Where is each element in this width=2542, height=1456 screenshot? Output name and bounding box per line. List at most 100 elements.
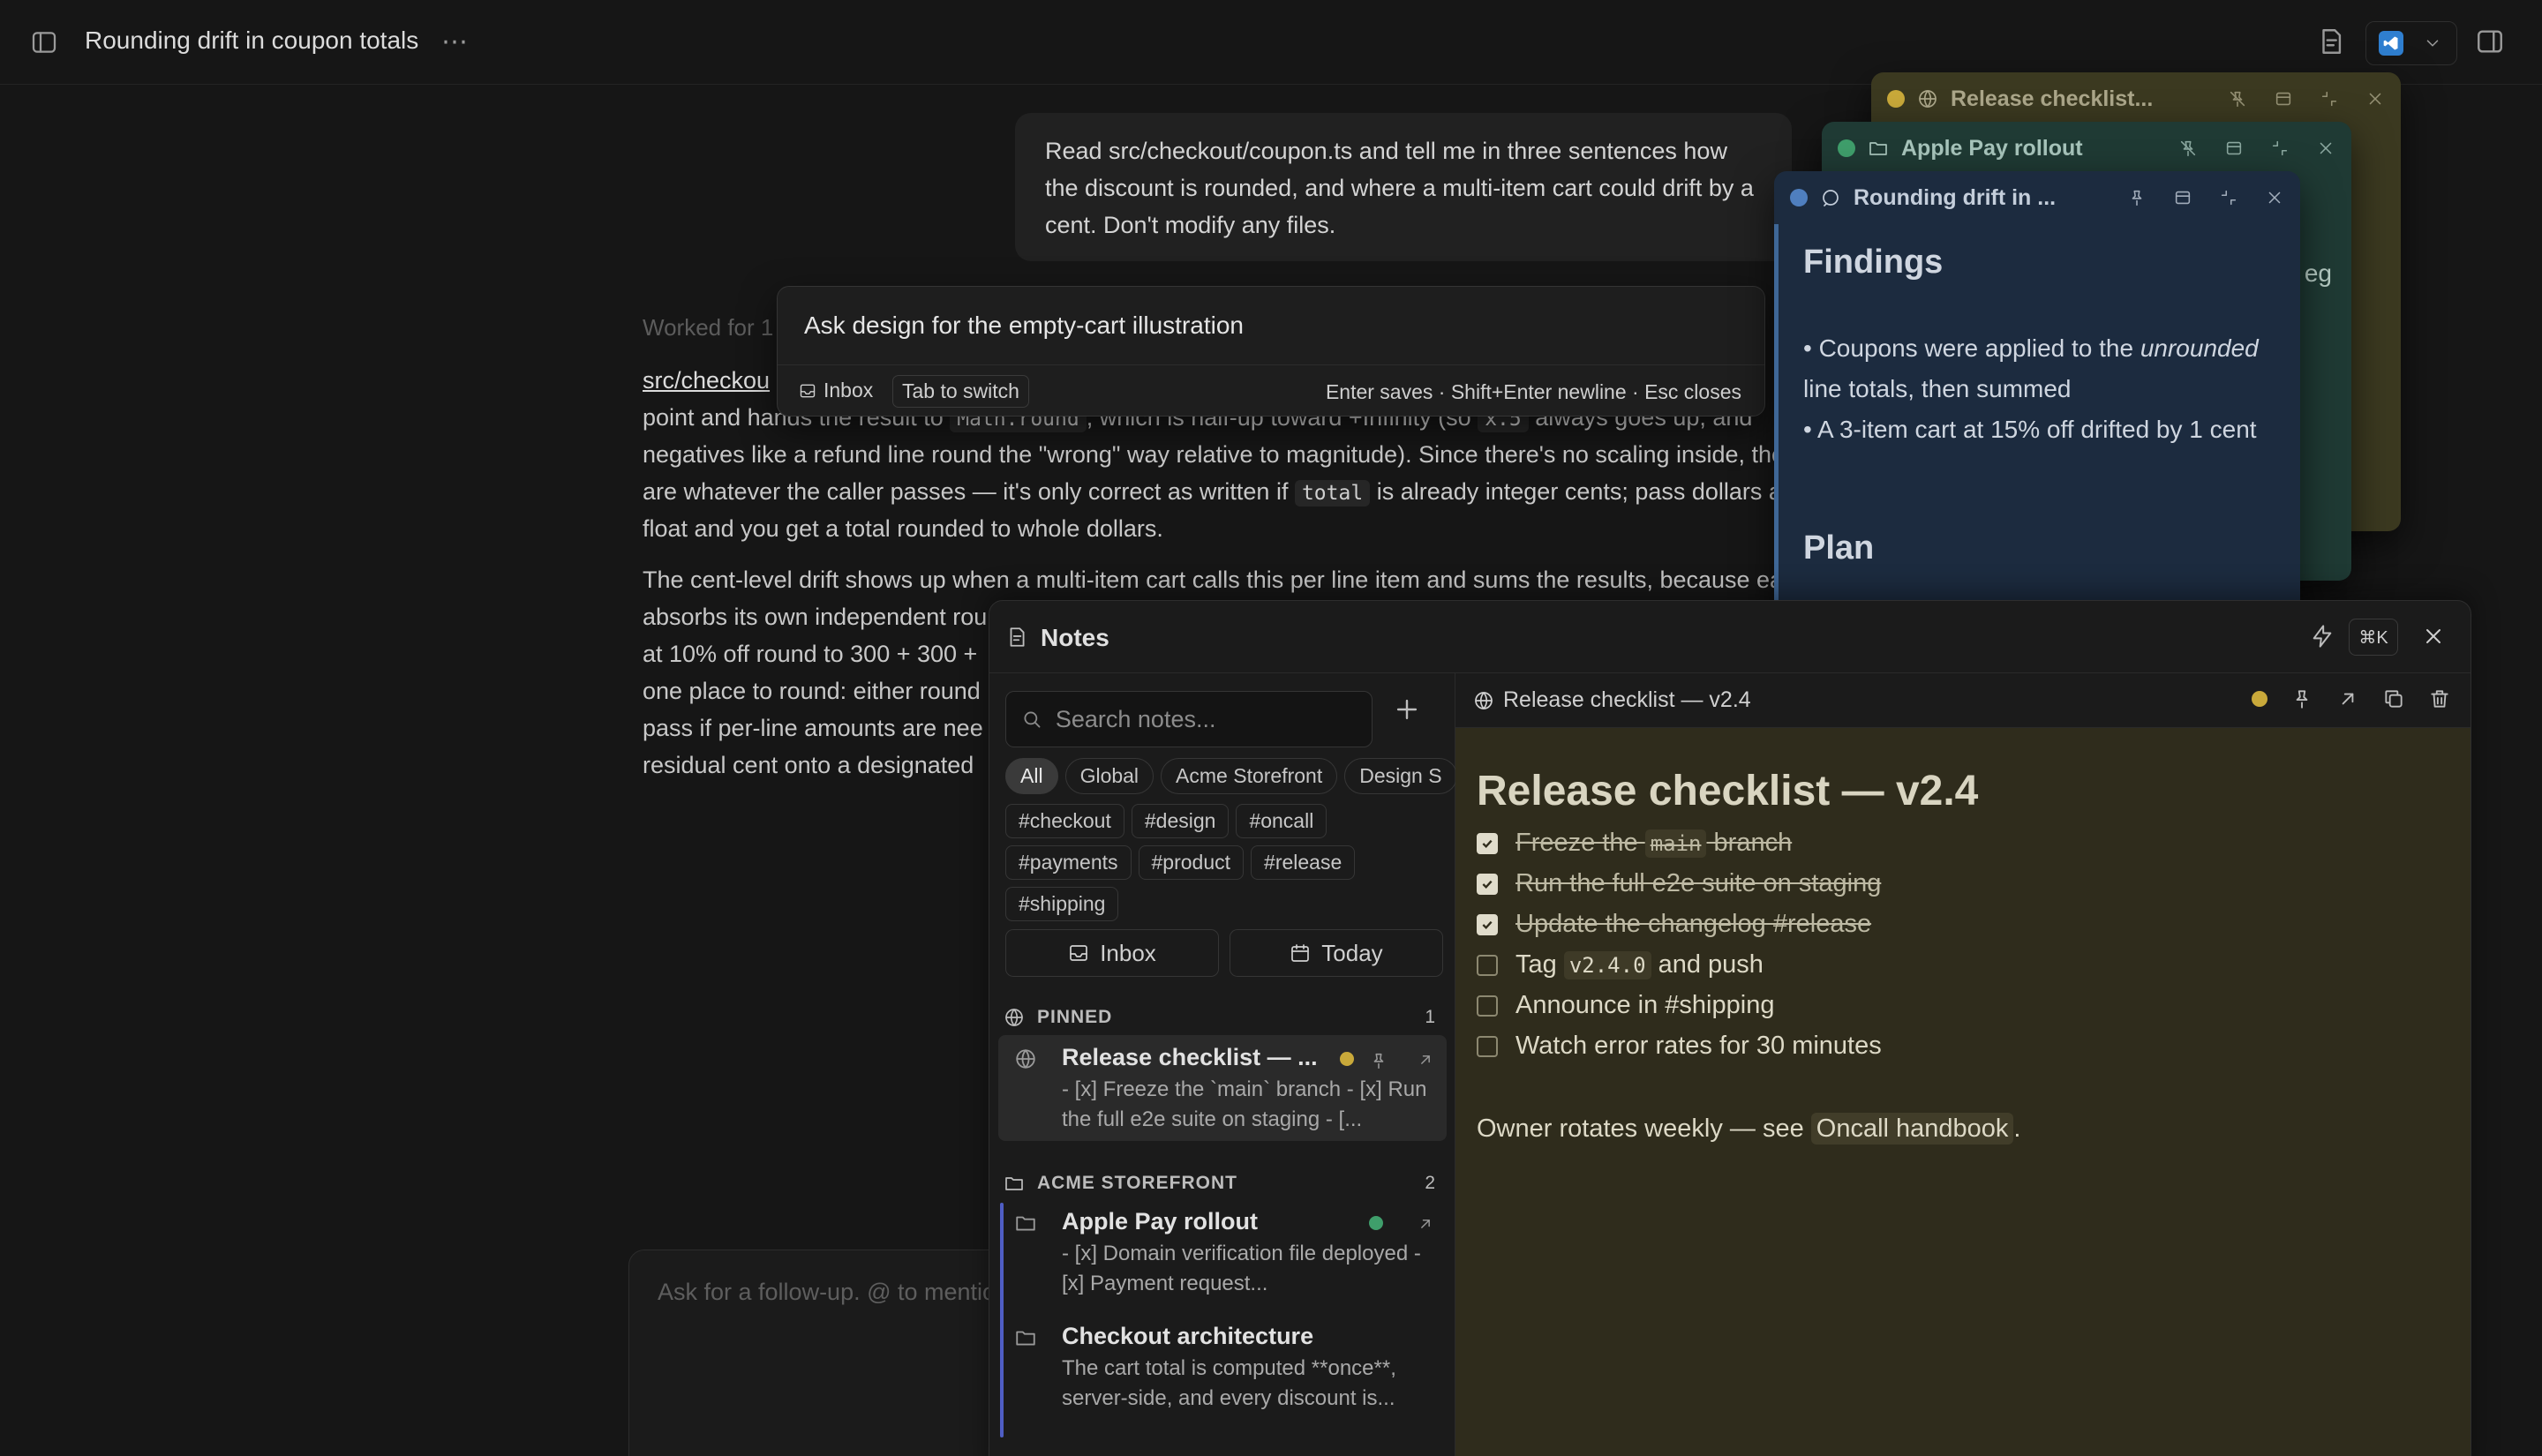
floating-note-title: Apple Pay rollout	[1901, 135, 2083, 161]
sidebar-toggle-icon[interactable]	[30, 28, 58, 56]
pin-icon[interactable]	[1369, 1051, 1388, 1070]
tag-product[interactable]: #product	[1138, 845, 1245, 880]
note-list-item[interactable]: Checkout architecture The cart total is …	[998, 1314, 1447, 1429]
notes-icon[interactable]	[2316, 26, 2346, 56]
editor-toolbar	[2252, 687, 2451, 710]
close-icon[interactable]	[2365, 89, 2385, 109]
section-pinned: PINNED 1	[1004, 1007, 1436, 1028]
open-external-icon[interactable]	[2336, 687, 2359, 710]
app-window: Rounding drift in coupon totals ⋯ Read s…	[0, 0, 2542, 1456]
notes-title: Notes	[1041, 624, 1109, 651]
divider	[778, 364, 1764, 365]
tag-release[interactable]: #release	[1251, 845, 1356, 880]
project-folder-icon	[1869, 142, 1887, 155]
quick-capture-popup[interactable]: Ask design for the empty-cart illustrati…	[777, 286, 1765, 417]
capture-shortcut-hints: Enter saves · Shift+Enter newline · Esc …	[1325, 380, 1741, 403]
tag-design[interactable]: #design	[1131, 804, 1230, 838]
globe-icon	[1475, 691, 1493, 709]
todo-item: Tag v2.4.0 and push	[1477, 950, 1764, 979]
filter-design[interactable]: Design S	[1344, 758, 1455, 794]
trash-icon[interactable]	[2428, 687, 2451, 710]
globe-icon	[1016, 1049, 1035, 1069]
more-options-icon[interactable]: ⋯	[441, 26, 468, 57]
tag-shipping[interactable]: #shipping	[1005, 887, 1119, 921]
status-dot	[1887, 90, 1905, 108]
inbox-button[interactable]: Inbox	[1005, 929, 1219, 977]
note-bullet: • A 3-item cart at 15% off drifted by 1 …	[1803, 416, 2257, 443]
close-icon[interactable]	[2265, 188, 2284, 207]
floating-note-header[interactable]: Release checklist...	[1871, 72, 2401, 125]
note-list-item[interactable]: Release checklist — ... - [x] Freeze the…	[998, 1035, 1447, 1141]
minimize-icon[interactable]	[2270, 139, 2290, 158]
floating-note-header[interactable]: Apple Pay rollout	[1822, 122, 2351, 175]
note-editor[interactable]: Release checklist — v2.4 Release checkli…	[1455, 673, 2471, 1456]
status-dot[interactable]	[2252, 691, 2267, 707]
tab-switch-hint: Tab to switch	[892, 375, 1029, 408]
note-list-item[interactable]: Apple Pay rollout - [x] Domain verificat…	[998, 1199, 1447, 1305]
capture-destination[interactable]: Inbox	[799, 379, 873, 402]
minimize-icon[interactable]	[2219, 188, 2238, 207]
file-link[interactable]: src/checkou	[643, 367, 770, 394]
unpin-icon[interactable]	[2228, 89, 2247, 109]
dock-icon[interactable]	[2173, 188, 2192, 207]
new-note-button[interactable]	[1392, 694, 1422, 724]
unpin-icon[interactable]	[2178, 139, 2198, 158]
tag-checkout[interactable]: #checkout	[1005, 804, 1124, 838]
checkbox-unchecked[interactable]	[1477, 1035, 1498, 1057]
editor-header: Release checklist — v2.4	[1455, 673, 2471, 728]
floating-note-header[interactable]: Rounding drift in ...	[1774, 171, 2300, 224]
status-dot	[1838, 139, 1855, 157]
filter-acme-storefront[interactable]: Acme Storefront	[1161, 758, 1338, 794]
inbox-icon	[1070, 945, 1088, 961]
copy-icon[interactable]	[2382, 687, 2405, 710]
search-icon	[1024, 711, 1041, 728]
checkbox-checked[interactable]	[1477, 913, 1498, 935]
note-preview: - [x] Domain verification file deployed …	[1062, 1242, 1421, 1295]
wiki-link[interactable]: Oncall handbook	[1810, 1113, 2014, 1145]
status-dot	[1368, 1215, 1383, 1230]
minimize-icon[interactable]	[2320, 89, 2339, 109]
tag-payments[interactable]: #payments	[1005, 845, 1132, 880]
user-message: Read src/checkout/coupon.ts and tell me …	[1015, 113, 1792, 261]
calendar-icon	[1291, 944, 1310, 962]
search-notes[interactable]	[1005, 691, 1373, 747]
notes-icon	[1010, 627, 1025, 647]
tag-list: #checkout #design #oncall #payments #product…	[1005, 804, 1447, 928]
note-preview: - [x] Freeze the `main` branch - [x] Run…	[1062, 1077, 1427, 1131]
floating-note-rounding-drift[interactable]: Rounding drift in ... Findings • Coupons…	[1774, 171, 2300, 630]
section-acme-storefront: ACME STOREFRONT 2	[1004, 1173, 1436, 1194]
close-icon[interactable]	[2421, 624, 2446, 649]
open-in-editor-group[interactable]	[2365, 21, 2457, 65]
project-folder-icon	[1016, 1331, 1035, 1346]
capture-input[interactable]: Ask design for the empty-cart illustrati…	[804, 311, 1244, 340]
checkbox-checked[interactable]	[1477, 873, 1498, 895]
dock-icon[interactable]	[2224, 139, 2244, 158]
right-panel-toggle-icon[interactable]	[2475, 26, 2505, 56]
composer-placeholder: Ask for a follow-up. @ to mention	[658, 1279, 1010, 1305]
pin-icon[interactable]	[2127, 188, 2147, 207]
today-button[interactable]: Today	[1230, 929, 1443, 977]
notes-panel: Notes ⌘K AllGlobalAcme StorefrontDesign …	[989, 600, 2471, 1456]
editor-breadcrumb: Release checklist — v2.4	[1473, 687, 1751, 713]
section-count: 2	[1425, 1173, 1436, 1193]
checkbox-unchecked[interactable]	[1477, 994, 1498, 1017]
open-external-icon[interactable]	[1417, 1215, 1434, 1233]
notes-header: Notes ⌘K	[989, 601, 2471, 673]
chevron-down-icon[interactable]	[2423, 34, 2442, 53]
pin-icon[interactable]	[2290, 687, 2313, 710]
vscode-icon[interactable]	[2379, 31, 2403, 56]
bolt-icon[interactable]	[2310, 624, 2335, 649]
dock-icon[interactable]	[2274, 89, 2293, 109]
plus-icon	[1396, 699, 1418, 720]
checkbox-checked[interactable]	[1477, 832, 1498, 854]
shortcut-chip[interactable]: ⌘K	[2349, 619, 2398, 656]
thread-title: Rounding drift in coupon totals	[85, 26, 419, 54]
search-input[interactable]	[1055, 705, 1372, 733]
todo-item: Announce in #shipping	[1477, 991, 1774, 1020]
open-external-icon[interactable]	[1417, 1051, 1434, 1069]
filter-all[interactable]: All	[1005, 758, 1058, 794]
tag-oncall[interactable]: #oncall	[1236, 804, 1327, 838]
close-icon[interactable]	[2316, 139, 2335, 158]
filter-global[interactable]: Global	[1064, 758, 1154, 794]
checkbox-unchecked[interactable]	[1477, 954, 1498, 976]
